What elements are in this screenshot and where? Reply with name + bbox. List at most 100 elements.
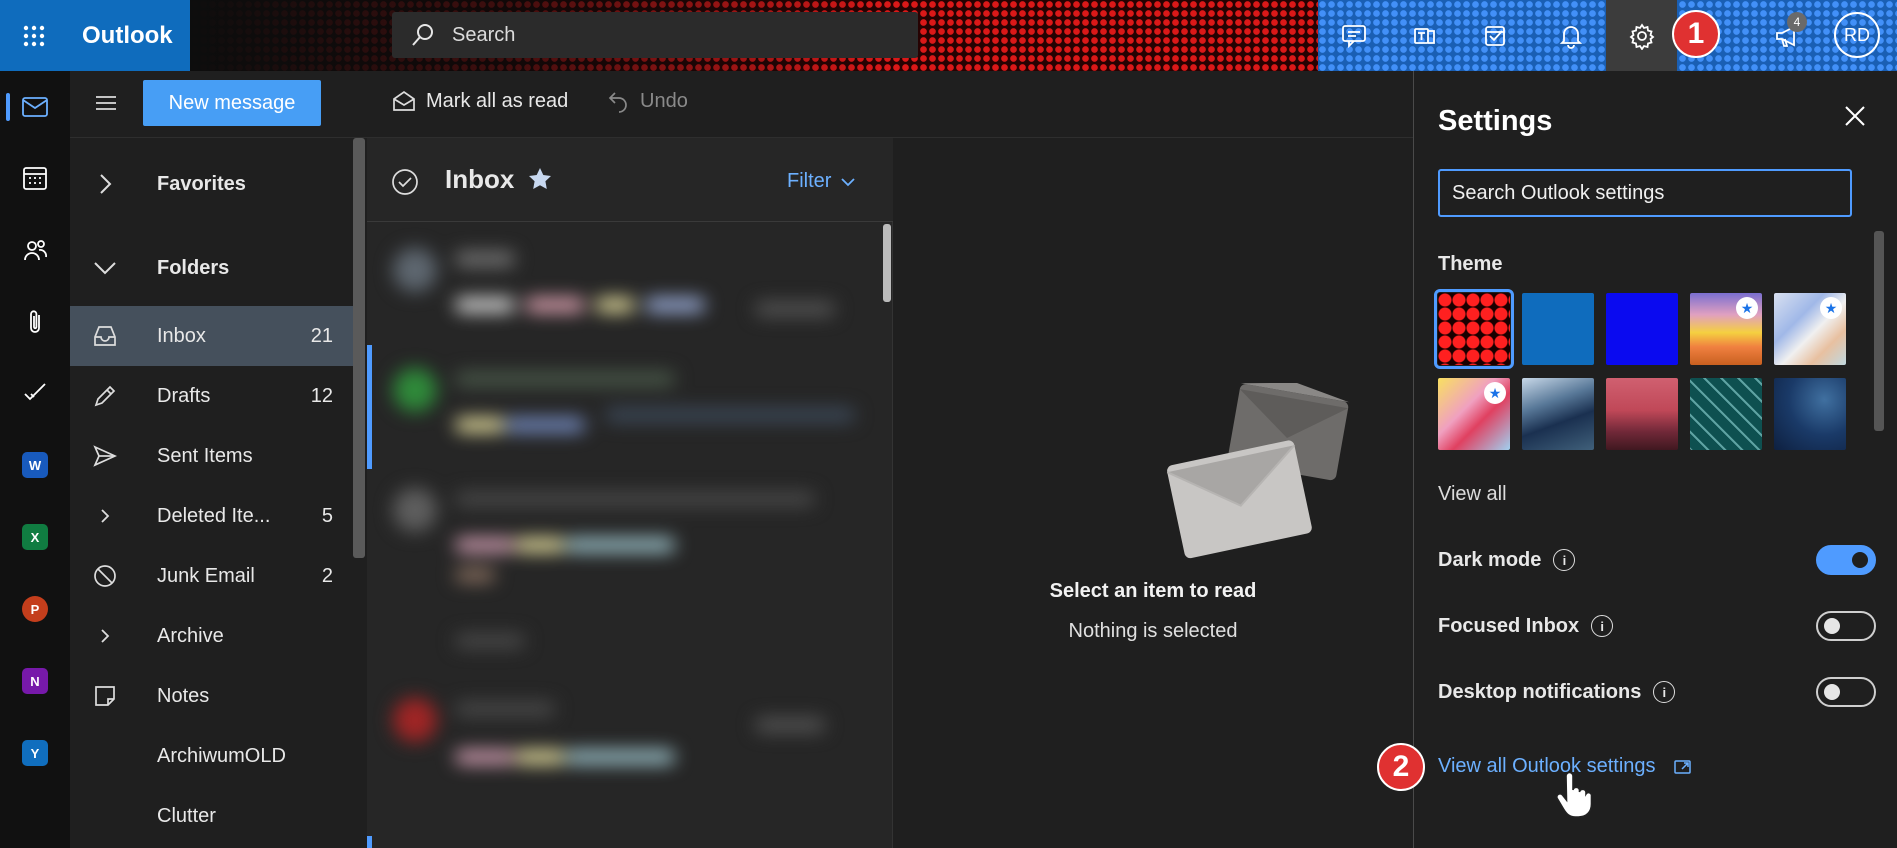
blurred-messages [375, 228, 885, 846]
view-all-themes-link[interactable]: View all [1438, 483, 1507, 506]
dark-mode-toggle[interactable] [1816, 545, 1876, 575]
rail-todo[interactable] [0, 365, 70, 421]
people-icon [24, 240, 47, 261]
avatar[interactable]: RD [1834, 12, 1880, 58]
select-all-checkbox[interactable] [391, 168, 419, 201]
folder-label: Archive [157, 624, 224, 647]
folder-pane: Favorites Folders Inbox 21 Drafts 12 Sen… [70, 138, 367, 848]
hand-cursor-icon [1556, 772, 1592, 818]
folder-label: Sent Items [157, 444, 253, 467]
folder-junk[interactable]: Junk Email 2 [70, 546, 353, 606]
message-list-scrollbar[interactable] [883, 224, 891, 302]
app-launcher-button[interactable] [0, 0, 68, 71]
favorite-star-button[interactable] [527, 166, 553, 197]
teams-button[interactable] [1389, 0, 1460, 71]
search-icon [412, 24, 433, 46]
theme-swatch-palms[interactable] [1606, 378, 1678, 450]
inbox-icon [90, 325, 120, 347]
folder-sent[interactable]: Sent Items [70, 426, 353, 486]
star-icon [529, 168, 551, 189]
theme-swatch-blue[interactable] [1522, 293, 1594, 365]
folders-header[interactable]: Folders [70, 238, 353, 298]
theme-swatch-circuit-teal[interactable] [1690, 378, 1762, 450]
close-settings-button[interactable] [1844, 105, 1866, 132]
list-item[interactable] [375, 678, 885, 798]
list-item[interactable] [375, 228, 885, 348]
theme-swatch-circuit-red[interactable] [1434, 289, 1514, 369]
app-rail: W X P N Y [0, 71, 70, 848]
desktop-notifications-toggle[interactable] [1816, 677, 1876, 707]
empty-state-subtitle: Nothing is selected [1068, 620, 1238, 642]
theme-swatch-sunset[interactable]: ★ [1690, 293, 1762, 365]
note-icon [90, 685, 120, 707]
settings-scrollbar[interactable] [1874, 231, 1884, 431]
rail-onenote[interactable]: N [0, 653, 70, 709]
folder-archive[interactable]: Archive [70, 606, 353, 666]
blocked-icon [90, 564, 120, 588]
folder-drafts[interactable]: Drafts 12 [70, 366, 353, 426]
folder-label: Drafts [157, 384, 211, 407]
theme-swatch-bright-blue[interactable] [1606, 293, 1678, 365]
app-title[interactable]: Outlook [68, 0, 190, 71]
list-item[interactable] [375, 348, 885, 468]
settings-search-input[interactable] [1438, 169, 1852, 217]
folder-deleted[interactable]: Deleted Ite... 5 [70, 486, 353, 546]
folder-count: 2 [321, 564, 333, 587]
theme-swatch-ribbons[interactable]: ★ [1774, 293, 1846, 365]
folder-label: Junk Email [157, 564, 255, 587]
folder-notes[interactable]: Notes [70, 666, 353, 726]
inbox-title: Inbox [445, 164, 515, 194]
notifications-button[interactable] [1535, 0, 1606, 71]
chevron-right-icon [90, 628, 120, 644]
rail-calendar[interactable] [0, 150, 70, 206]
favorites-header[interactable]: Favorites [70, 154, 353, 214]
onenote-icon: N [22, 668, 48, 694]
undo-button[interactable]: Undo [606, 89, 688, 113]
undo-label: Undo [640, 89, 688, 112]
collapse-pane-button[interactable] [94, 91, 118, 120]
folder-label: ArchiwumOLD [157, 744, 286, 767]
theme-swatch-comic[interactable]: ★ [1438, 378, 1510, 450]
folder-clutter[interactable]: Clutter [70, 786, 353, 846]
search-input[interactable]: Search [392, 12, 918, 58]
info-icon[interactable]: i [1591, 615, 1614, 637]
rail-mail[interactable] [0, 79, 70, 135]
word-icon: W [22, 452, 48, 478]
mail-icon [22, 97, 48, 117]
mark-all-read-label: Mark all as read [426, 89, 569, 112]
focused-inbox-toggle[interactable] [1816, 611, 1876, 641]
folder-pane-scrollbar[interactable] [353, 138, 365, 558]
filter-button[interactable]: Filter [787, 170, 855, 193]
info-icon[interactable]: i [1553, 549, 1576, 571]
chevron-right-icon [90, 508, 120, 524]
theme-swatch-ocean[interactable] [1522, 378, 1594, 450]
message-list: Inbox Filter [367, 138, 893, 848]
reading-pane: Select an item to read Nothing is select… [893, 138, 1413, 848]
folder-inbox[interactable]: Inbox 21 [70, 306, 353, 366]
rail-files[interactable] [0, 294, 70, 350]
chevron-down-icon [841, 178, 855, 187]
rail-powerpoint[interactable]: P [0, 581, 70, 637]
whats-new-button[interactable] [1752, 0, 1823, 71]
rail-excel[interactable]: X [0, 509, 70, 565]
setting-label: Dark mode [1438, 548, 1542, 571]
todo-button[interactable] [1460, 0, 1531, 71]
chat-button[interactable] [1318, 0, 1389, 71]
view-all-settings-label: View all Outlook settings [1438, 755, 1656, 777]
new-message-button[interactable]: New message [143, 80, 321, 126]
close-icon [1845, 106, 1865, 126]
rail-people[interactable] [0, 222, 70, 278]
setting-label: Focused Inbox [1438, 614, 1580, 637]
theme-swatch-innovation[interactable] [1774, 378, 1846, 450]
envelopes-illustration [1166, 383, 1350, 559]
rail-word[interactable]: W [0, 437, 70, 493]
chat-icon [1341, 24, 1366, 48]
rail-yammer[interactable]: Y [0, 725, 70, 781]
mark-all-read-button[interactable]: Mark all as read [392, 89, 568, 113]
settings-button[interactable] [1606, 0, 1677, 71]
info-icon[interactable]: i [1653, 681, 1676, 703]
app-launcher-icon [23, 25, 45, 46]
todo-icon [1484, 25, 1505, 46]
folder-archiwumold[interactable]: ArchiwumOLD [70, 726, 353, 786]
list-item[interactable] [375, 468, 885, 588]
